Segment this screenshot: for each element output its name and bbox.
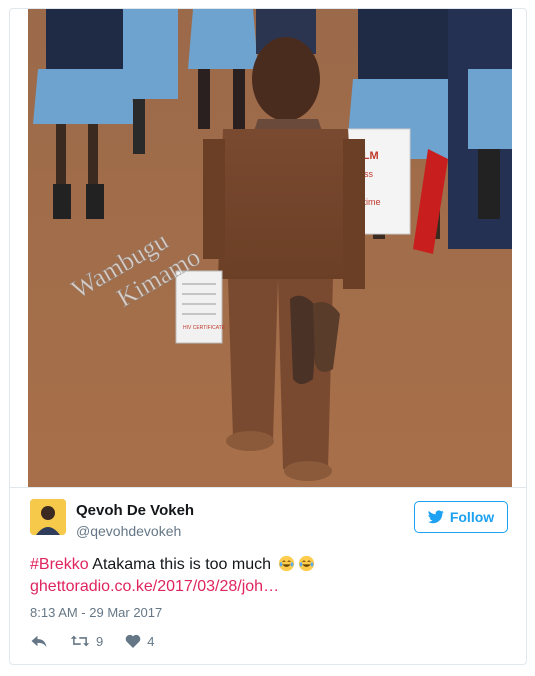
tweet-card: FILM ress st fletime HIV CERT xyxy=(9,8,527,665)
tweet-actions: 9 4 xyxy=(30,631,176,651)
like-button[interactable]: 4 xyxy=(125,634,154,649)
twitter-bird-icon xyxy=(427,510,444,524)
tweet-text: #Brekko Atakama this is too much xyxy=(30,555,315,574)
retweet-button[interactable]: 9 xyxy=(70,634,103,649)
timestamp[interactable]: 8:13 AM - 29 Mar 2017 xyxy=(30,605,162,620)
retweet-icon xyxy=(70,635,90,647)
author-name[interactable]: Qevoh De Vokeh xyxy=(76,502,194,519)
tears-of-joy-emoji-icon xyxy=(299,555,315,572)
divider xyxy=(10,487,526,488)
follow-label: Follow xyxy=(449,509,495,525)
retweet-count: 9 xyxy=(96,633,104,649)
reply-icon xyxy=(31,635,47,647)
tweet-link[interactable]: ghettoradio.co.ke/2017/03/28/joh… xyxy=(30,578,279,596)
photo-illustration: FILM ress st fletime HIV CERT xyxy=(28,9,512,487)
tweet-photo[interactable]: FILM ress st fletime HIV CERT xyxy=(28,9,512,487)
avatar[interactable] xyxy=(30,499,66,535)
tears-of-joy-emoji-icon xyxy=(279,555,295,572)
tweet-body-text: Atakama this is too much xyxy=(88,556,272,573)
author-handle[interactable]: @qevohdevokeh xyxy=(76,523,181,539)
avatar-image xyxy=(30,499,66,535)
like-count: 4 xyxy=(147,633,155,649)
svg-text:HIV CERTIFICATE: HIV CERTIFICATE xyxy=(183,325,226,331)
hashtag-link[interactable]: #Brekko xyxy=(30,556,89,573)
follow-button[interactable]: Follow xyxy=(414,501,508,533)
heart-icon xyxy=(125,634,141,648)
reply-button[interactable] xyxy=(30,633,48,649)
